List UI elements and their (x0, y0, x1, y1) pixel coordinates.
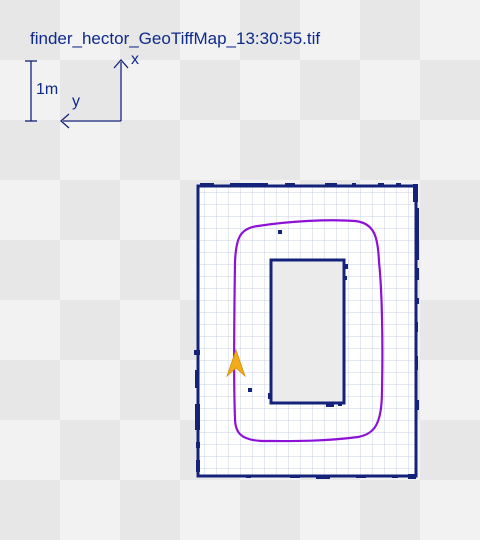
occupancy-grid-map (194, 183, 419, 479)
unknown-region (271, 260, 344, 403)
